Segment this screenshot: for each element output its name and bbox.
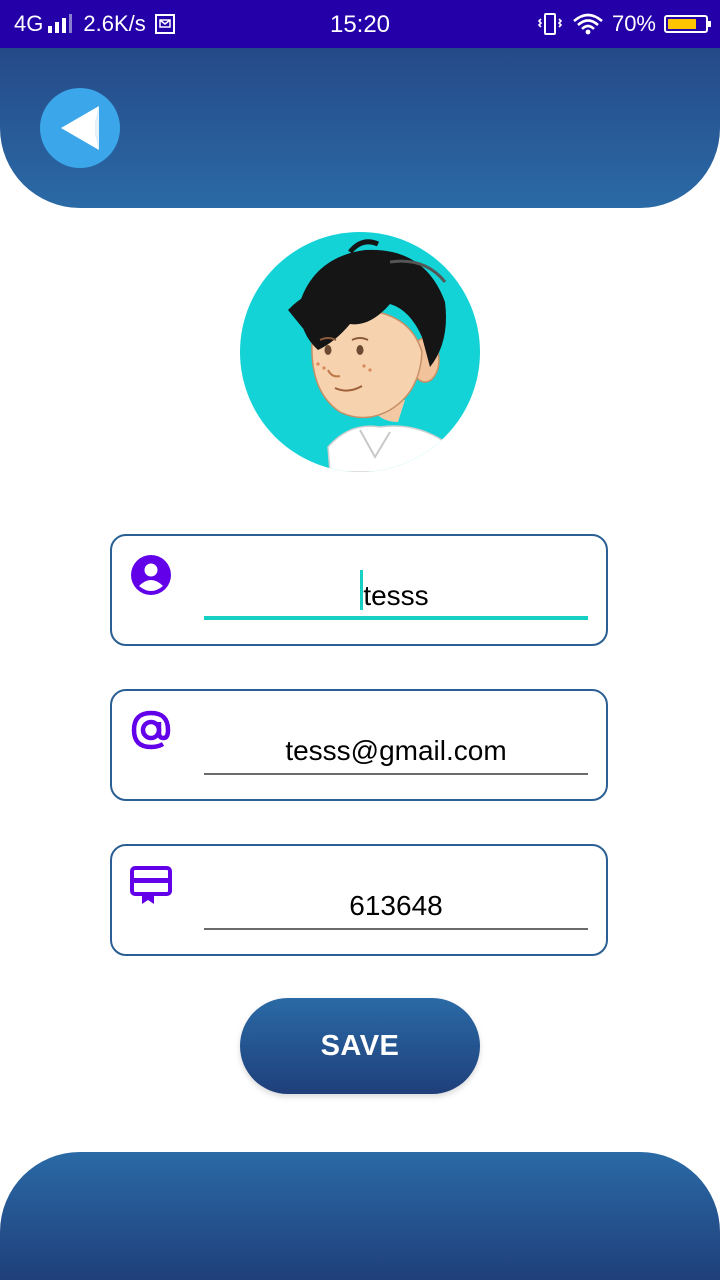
email-field[interactable] [110, 689, 608, 801]
save-button[interactable]: SAVE [240, 998, 480, 1094]
back-button[interactable] [40, 88, 120, 168]
network-speed: 2.6K/s [83, 11, 146, 36]
status-right: 70% [536, 0, 711, 48]
at-sign-icon [131, 710, 171, 750]
status-left: 4G 2.6K/s [14, 0, 176, 48]
battery-icon [664, 15, 711, 33]
account-circle-icon [131, 555, 171, 595]
status-bar: 4G 2.6K/s 15:20 70% [0, 0, 720, 48]
back-arrow-icon [61, 106, 99, 150]
boy-avatar-illustration [288, 239, 461, 472]
name-underline [204, 616, 588, 620]
signal-icon [48, 14, 73, 33]
id-underline [204, 928, 588, 930]
text-cursor [360, 570, 363, 610]
id-input[interactable] [204, 884, 588, 928]
footer-bar [0, 1152, 720, 1280]
id-field[interactable] [110, 844, 608, 956]
network-type: 4G [14, 11, 44, 36]
header-bar [0, 48, 720, 208]
mail-icon [154, 14, 175, 34]
avatar[interactable] [240, 232, 480, 472]
id-card-icon [130, 866, 172, 904]
battery-percent: 70% [611, 11, 656, 36]
email-input[interactable] [204, 729, 588, 773]
email-underline [204, 773, 588, 775]
wifi-icon [573, 13, 603, 35]
name-input[interactable] [204, 574, 588, 618]
vibrate-icon [537, 13, 563, 35]
name-field[interactable] [110, 534, 608, 646]
